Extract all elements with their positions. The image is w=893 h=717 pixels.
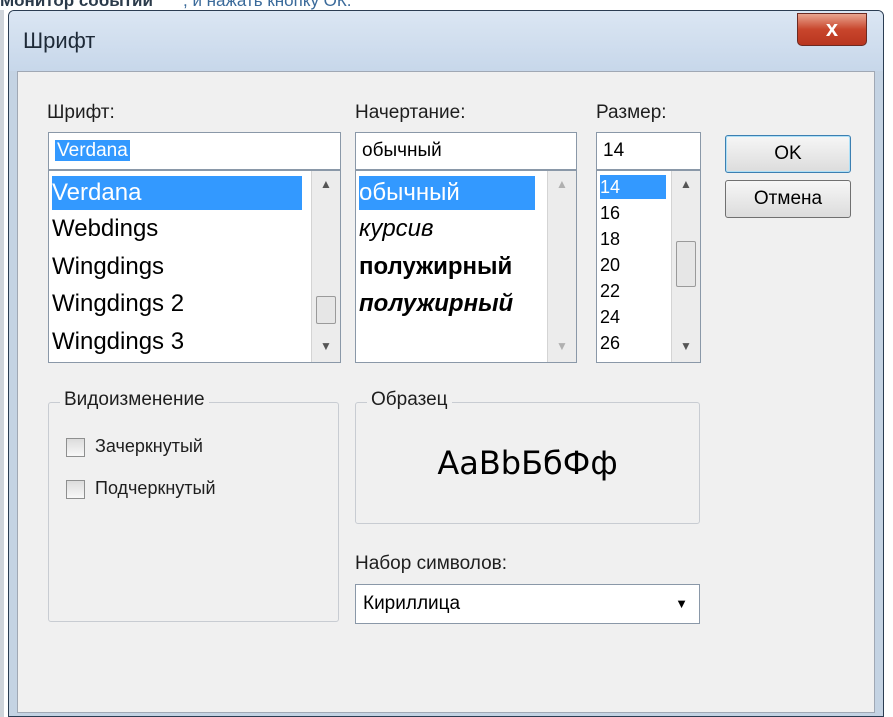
strikeout-checkbox[interactable] [66, 438, 85, 457]
style-list-scrollbar[interactable]: ▲ ▼ [547, 171, 576, 362]
chevron-down-icon[interactable]: ▼ [672, 339, 700, 353]
underline-label[interactable]: Подчеркнутый [95, 478, 216, 499]
font-list-scrollbar[interactable]: ▲ ▼ [311, 171, 340, 362]
dialog-title: Шрифт [23, 28, 96, 53]
style-list-item[interactable]: курсив [359, 212, 434, 246]
font-dialog: Шрифт x Шрифт: Verdana Verdana Webdings … [8, 10, 884, 717]
charset-value: Кириллица [363, 593, 461, 614]
background-window-edge [0, 10, 4, 717]
size-list-item[interactable]: 22 [600, 279, 620, 303]
strikeout-label[interactable]: Зачеркнутый [95, 436, 203, 457]
cancel-button[interactable]: Отмена [725, 180, 851, 218]
font-list-item[interactable]: Wingdings 2 [52, 287, 184, 321]
font-list-item[interactable]: Webdings [52, 212, 158, 246]
effects-legend: Видоизменение [60, 389, 209, 411]
style-list[interactable]: обычный курсив полужирный полужирный ▲ ▼ [355, 170, 577, 363]
sample-legend: Образец [367, 389, 452, 411]
font-name-input[interactable]: Verdana [48, 132, 341, 170]
charset-dropdown[interactable]: Кириллица ▼ [355, 584, 700, 624]
ok-button[interactable]: OK [725, 135, 851, 173]
size-list-item[interactable]: 14 [600, 175, 666, 199]
chevron-down-icon[interactable]: ▼ [312, 339, 340, 353]
style-list-item[interactable]: полужирный [359, 250, 539, 284]
dropdown-arrow-icon[interactable]: ▼ [675, 585, 688, 623]
background-text-bold: Монитор событий [0, 0, 153, 10]
effects-group [48, 402, 339, 622]
font-list-item[interactable]: Verdana [52, 176, 302, 210]
size-list-item[interactable]: 16 [600, 201, 620, 225]
dialog-client-area: Шрифт: Verdana Verdana Webdings Wingding… [17, 71, 875, 713]
size-value: 14 [603, 140, 625, 161]
size-list-item[interactable]: 26 [600, 331, 620, 355]
size-list-scrollbar[interactable]: ▲ ▼ [671, 171, 700, 362]
sample-text: AaBbБбФф [437, 444, 618, 482]
style-list-item[interactable]: полужирный [359, 287, 539, 321]
size-list[interactable]: 14 16 18 20 22 24 26 ▲ ▼ [596, 170, 701, 363]
size-list-item[interactable]: 24 [600, 305, 620, 329]
size-label: Размер: [596, 102, 667, 123]
style-label: Начертание: [355, 102, 466, 123]
charset-label: Набор символов: [355, 553, 508, 574]
font-list-scroll-thumb[interactable] [316, 296, 336, 324]
size-input[interactable]: 14 [596, 132, 701, 170]
size-list-item[interactable]: 20 [600, 253, 620, 277]
style-input[interactable]: обычный [355, 132, 577, 170]
style-list-item[interactable]: обычный [359, 176, 535, 210]
size-list-item[interactable]: 18 [600, 227, 620, 251]
chevron-up-icon[interactable]: ▲ [312, 177, 340, 191]
size-list-scroll-thumb[interactable] [676, 241, 696, 287]
dialog-titlebar[interactable] [9, 11, 883, 71]
chevron-up-icon[interactable]: ▲ [548, 177, 576, 191]
font-name-value: Verdana [55, 140, 130, 161]
font-list[interactable]: Verdana Webdings Wingdings Wingdings 2 W… [48, 170, 341, 363]
close-button[interactable]: x [797, 13, 867, 46]
underline-checkbox[interactable] [66, 480, 85, 499]
font-label: Шрифт: [47, 102, 115, 123]
font-list-item[interactable]: Wingdings [52, 250, 164, 284]
close-icon: x [825, 16, 839, 41]
background-text-rest: , и нажать кнопку ОК. [183, 0, 352, 10]
chevron-down-icon[interactable]: ▼ [548, 339, 576, 353]
background-instruction-text: Монитор событий , и нажать кнопку ОК. [0, 0, 893, 10]
font-list-item[interactable]: Wingdings 3 [52, 325, 184, 359]
chevron-up-icon[interactable]: ▲ [672, 177, 700, 191]
style-value: обычный [362, 140, 442, 161]
